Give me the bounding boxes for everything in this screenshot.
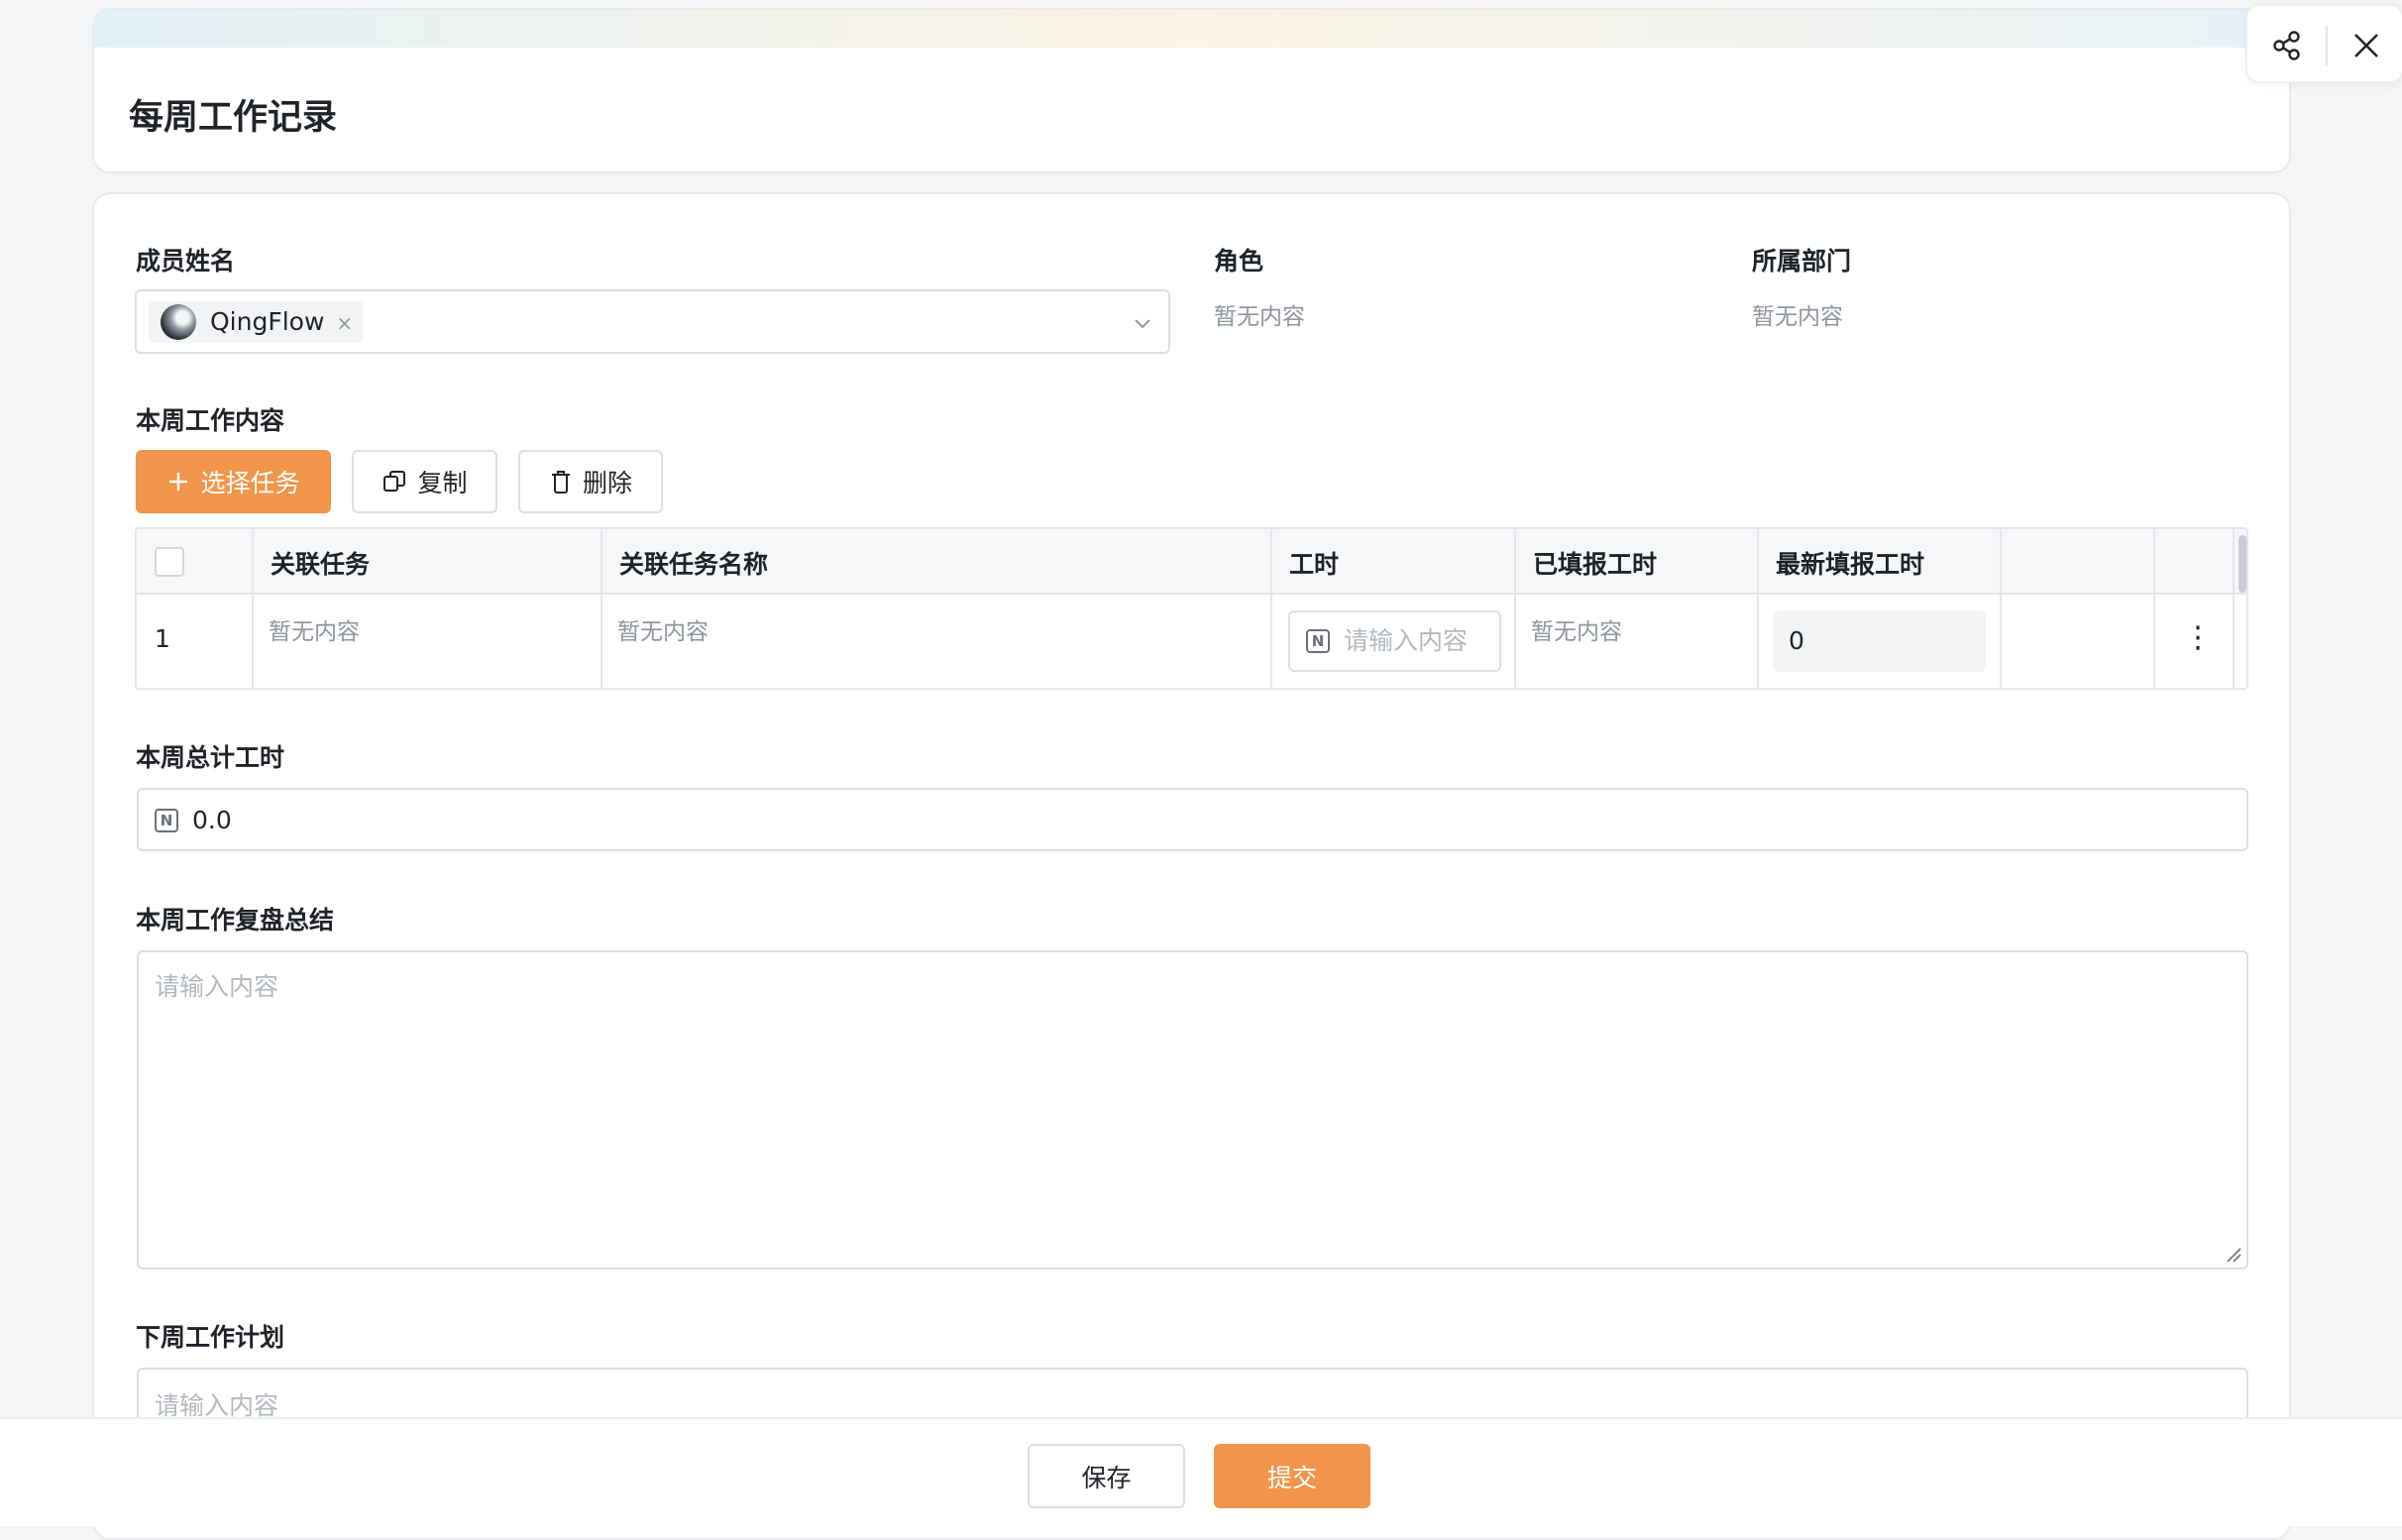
row-index: 1 — [155, 624, 170, 653]
member-tag: QingFlow × — [149, 301, 364, 343]
column-header-latest-hours: 最新填报工时 — [1759, 529, 2002, 593]
close-icon — [2354, 34, 2378, 57]
remove-tag-icon[interactable]: × — [336, 311, 353, 335]
column-header-task-name: 关联任务名称 — [602, 529, 1272, 593]
submit-label: 提交 — [1266, 1463, 1317, 1492]
column-header-task: 关联任务 — [254, 529, 602, 593]
next-plan-label: 下周工作计划 — [136, 1323, 285, 1352]
table-row: 1 暂无内容 暂无内容 N 请输入内容 暂无内容 0 ⋮ — [137, 595, 2246, 688]
number-field-icon: N — [155, 809, 178, 832]
hours-input[interactable]: N 请输入内容 — [1288, 610, 1501, 672]
select-task-label: 选择任务 — [200, 469, 300, 497]
trash-icon — [551, 471, 570, 494]
row-empty-cell — [2002, 595, 2155, 688]
delete-label: 删除 — [582, 469, 632, 497]
table-scrollbar[interactable] — [2238, 535, 2246, 593]
toolbar-divider — [2326, 26, 2328, 65]
weekly-content-label: 本周工作内容 — [136, 406, 285, 435]
copy-icon — [383, 471, 406, 492]
member-tag-label: QingFlow — [210, 307, 325, 336]
submit-button[interactable]: 提交 — [1214, 1444, 1370, 1508]
review-textarea[interactable]: 请输入内容 — [137, 950, 2248, 1269]
department-value: 暂无内容 — [1752, 304, 1843, 330]
total-hours-value: 0.0 — [192, 806, 232, 834]
department-label: 所属部门 — [1752, 247, 1852, 275]
member-select[interactable]: QingFlow × — [135, 289, 1170, 354]
footer-bar: 保存 提交 — [0, 1417, 2402, 1526]
delete-button[interactable]: 删除 — [518, 450, 663, 513]
select-task-button[interactable]: 选择任务 — [136, 450, 331, 513]
weekly-task-table: 关联任务 关联任务名称 工时 已填报工时 最新填报工时 1 暂无内容 暂无内容 … — [135, 527, 2248, 690]
row-task-cell[interactable]: 暂无内容 — [254, 595, 602, 688]
row-actions-cell: ⋮ — [2155, 595, 2235, 688]
column-header-reported-hours-label: 已填报工时 — [1533, 550, 1658, 579]
save-label: 保存 — [1081, 1463, 1132, 1492]
row-task-name: 暂无内容 — [617, 619, 709, 645]
hours-input-placeholder: 请输入内容 — [1344, 626, 1469, 655]
review-placeholder: 请输入内容 — [155, 972, 279, 1001]
row-reported-hours: 暂无内容 — [1531, 619, 1622, 645]
close-button[interactable] — [2347, 26, 2386, 65]
row-latest-hours-cell: 0 — [1759, 595, 2002, 688]
page-title: 每周工作记录 — [129, 98, 338, 138]
latest-hours-value: 0 — [1773, 610, 1986, 672]
share-button[interactable] — [2267, 26, 2307, 65]
floating-toolbar — [2245, 4, 2402, 83]
select-all-checkbox[interactable] — [155, 547, 184, 577]
role-label: 角色 — [1214, 247, 1264, 275]
column-header-task-name-label: 关联任务名称 — [619, 550, 769, 579]
table-header: 关联任务 关联任务名称 工时 已填报工时 最新填报工时 — [137, 529, 2246, 595]
column-header-actions — [2155, 529, 2235, 593]
chevron-down-icon — [1135, 319, 1150, 329]
more-icon[interactable]: ⋮ — [2183, 620, 2213, 655]
select-all-cell — [137, 529, 254, 593]
header-gradient — [94, 10, 2289, 48]
row-hours-cell: N 请输入内容 — [1272, 595, 1516, 688]
column-header-hours-label: 工时 — [1289, 550, 1340, 579]
total-hours-label: 本周总计工时 — [136, 743, 285, 772]
copy-button[interactable]: 复制 — [352, 450, 497, 513]
form-card — [92, 192, 2291, 1540]
column-header-hours: 工时 — [1272, 529, 1516, 593]
row-task-name-cell: 暂无内容 — [602, 595, 1272, 688]
header-card: 每周工作记录 — [92, 8, 2291, 173]
total-hours-field[interactable]: N 0.0 — [137, 788, 2248, 851]
column-header-latest-hours-label: 最新填报工时 — [1776, 550, 1925, 579]
resize-handle-icon[interactable] — [2225, 1246, 2242, 1264]
avatar — [161, 304, 196, 340]
column-header-reported-hours: 已填报工时 — [1516, 529, 1759, 593]
share-icon — [2273, 31, 2300, 60]
review-label: 本周工作复盘总结 — [136, 906, 335, 935]
copy-label: 复制 — [417, 469, 468, 497]
number-field-icon: N — [1306, 629, 1330, 653]
row-reported-hours-cell: 暂无内容 — [1516, 595, 1759, 688]
role-value: 暂无内容 — [1214, 304, 1305, 330]
plus-icon — [169, 473, 188, 491]
save-button[interactable]: 保存 — [1028, 1444, 1185, 1508]
row-task: 暂无内容 — [269, 619, 360, 645]
column-header-task-label: 关联任务 — [271, 550, 371, 579]
member-label: 成员姓名 — [136, 247, 236, 275]
row-index-cell: 1 — [137, 595, 254, 688]
column-header-empty — [2002, 529, 2155, 593]
